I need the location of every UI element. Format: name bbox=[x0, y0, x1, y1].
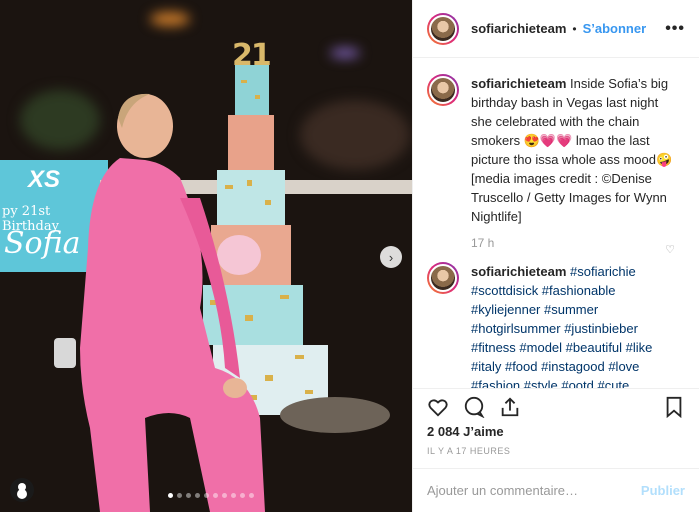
post-container: XS py 21st Birthday Sofia 21 › sofiarich… bbox=[0, 0, 699, 512]
avatar[interactable] bbox=[427, 262, 459, 294]
slide-dot bbox=[177, 493, 182, 498]
bookmark-icon[interactable] bbox=[663, 396, 685, 418]
caption: sofiarichieteam Inside Sofia’s big birth… bbox=[427, 74, 685, 226]
add-comment-bar: Ajouter un commentaire… Publier bbox=[413, 468, 699, 512]
caption-text-block: sofiarichieteam Inside Sofia’s big birth… bbox=[471, 74, 681, 226]
slide-dot bbox=[249, 493, 254, 498]
chevron-right-icon: › bbox=[388, 249, 394, 265]
slide-dot bbox=[222, 493, 227, 498]
header-username[interactable]: sofiarichieteam bbox=[471, 21, 566, 36]
caption-username[interactable]: sofiarichieteam bbox=[471, 76, 566, 91]
caption-text: Inside Sofia’s big birthday bash in Vega… bbox=[471, 76, 673, 224]
comment-input[interactable]: Ajouter un commentaire… bbox=[427, 483, 641, 498]
avatar[interactable] bbox=[427, 12, 459, 45]
background-light bbox=[150, 12, 190, 26]
share-icon[interactable] bbox=[499, 396, 521, 418]
heart-icon[interactable] bbox=[427, 396, 449, 418]
user-tags-icon[interactable] bbox=[10, 478, 34, 502]
follow-button[interactable]: S’abonner bbox=[583, 21, 647, 36]
publish-button[interactable]: Publier bbox=[641, 483, 685, 498]
slide-dot bbox=[186, 493, 191, 498]
comment-hashtags[interactable]: #sofiarichie #scottdisick #fashionable #… bbox=[471, 264, 672, 388]
slide-dot bbox=[204, 493, 209, 498]
avatar[interactable] bbox=[427, 74, 459, 106]
slide-dot bbox=[240, 493, 245, 498]
slide-dot bbox=[195, 493, 200, 498]
action-bar bbox=[413, 388, 699, 424]
comment-icon[interactable] bbox=[463, 396, 485, 418]
caption-time[interactable]: 17 h bbox=[471, 236, 685, 250]
slide-dot bbox=[168, 493, 173, 498]
slide-indicator bbox=[168, 493, 258, 498]
post-media[interactable]: XS py 21st Birthday Sofia 21 › bbox=[0, 0, 412, 512]
background-light bbox=[330, 48, 360, 58]
posted-ago[interactable]: IL Y A 17 HEURES bbox=[427, 446, 510, 456]
comments-section: sofiarichieteam Inside Sofia’s big birth… bbox=[413, 58, 699, 388]
comment-like-icon[interactable]: ♡ bbox=[665, 243, 675, 256]
slide-dot bbox=[213, 493, 218, 498]
more-options-icon[interactable]: ••• bbox=[665, 20, 685, 38]
comment: sofiarichieteam #sofiarichie #scottdisic… bbox=[427, 262, 685, 388]
next-slide-button[interactable]: › bbox=[380, 246, 402, 268]
post-sidebar: sofiarichieteam • S’abonner ••• sofiaric… bbox=[412, 0, 699, 512]
slide-dot bbox=[231, 493, 236, 498]
candle-21: 21 bbox=[232, 38, 272, 73]
comment-text-block: sofiarichieteam #sofiarichie #scottdisic… bbox=[471, 262, 681, 388]
comment-username[interactable]: sofiarichieteam bbox=[471, 264, 566, 279]
post-header: sofiarichieteam • S’abonner ••• bbox=[413, 0, 699, 58]
person bbox=[54, 93, 265, 512]
likes-count[interactable]: 2 084 J’aime bbox=[427, 424, 504, 439]
separator: • bbox=[572, 21, 577, 36]
